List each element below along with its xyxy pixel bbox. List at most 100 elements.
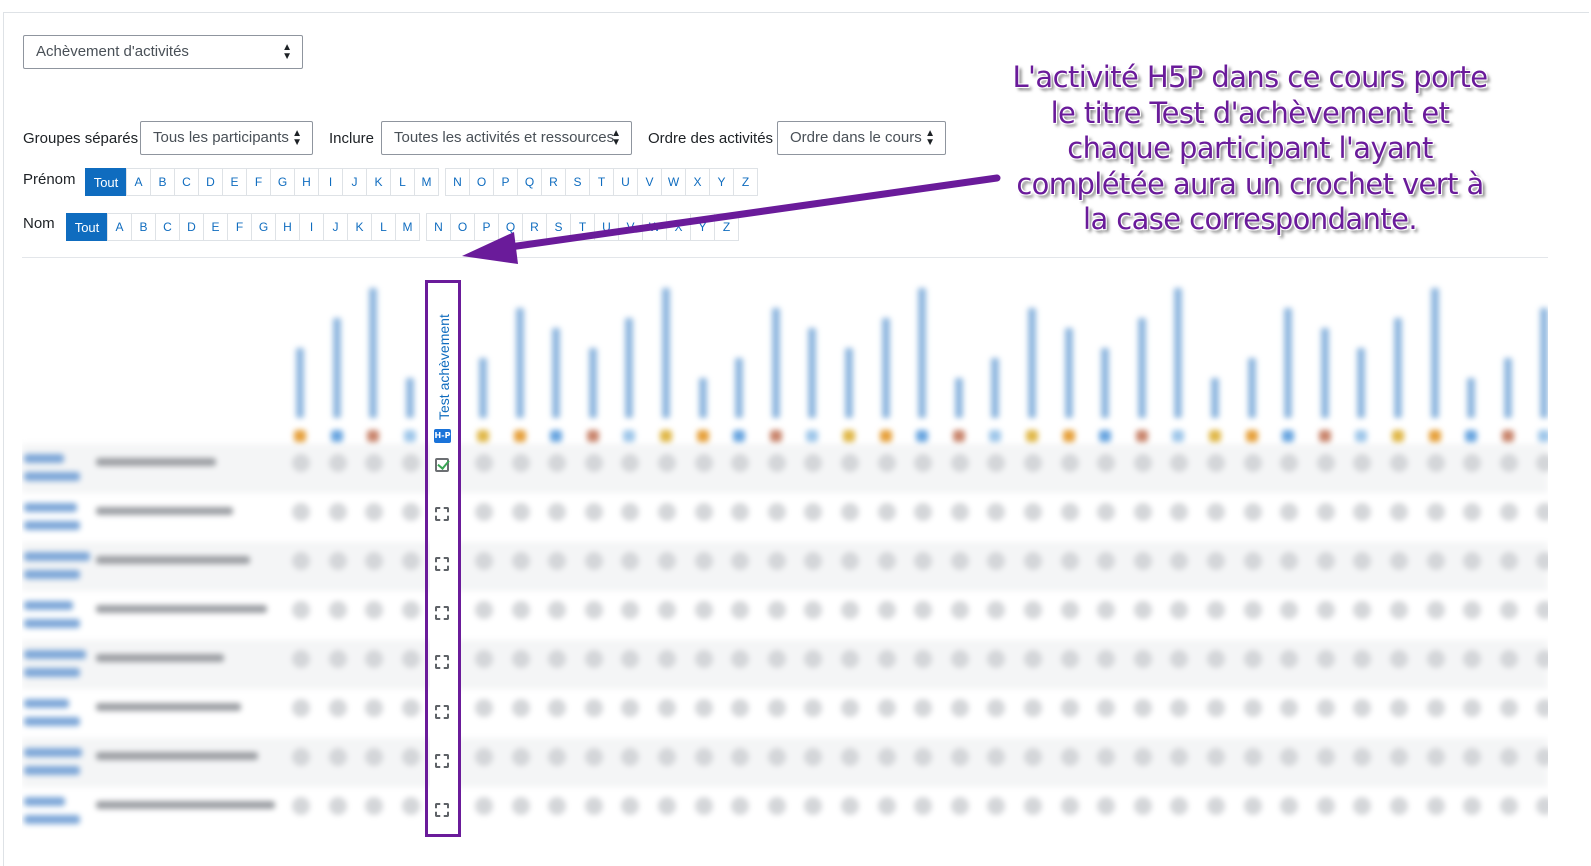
firstname-letter-c[interactable]: C: [174, 168, 199, 196]
firstname-letter-d[interactable]: D: [198, 168, 223, 196]
firstname-letter-o[interactable]: O: [469, 168, 494, 196]
lastname-letter-t[interactable]: T: [570, 213, 595, 241]
firstname-letter-e[interactable]: E: [222, 168, 247, 196]
lastname-letter-g[interactable]: G: [251, 213, 276, 241]
firstname-letter-p[interactable]: P: [493, 168, 518, 196]
lastname-letter-n[interactable]: N: [426, 213, 451, 241]
blurred-completion-circle: [1499, 601, 1518, 619]
firstname-letter-n[interactable]: N: [445, 168, 470, 196]
firstname-letter-r[interactable]: R: [541, 168, 566, 196]
firstname-letter-f[interactable]: F: [246, 168, 271, 196]
blurred-completion-circle: [1207, 601, 1225, 619]
blurred-completion-circle: [767, 601, 786, 619]
blurred-user-name: [24, 454, 64, 463]
blurred-activity-icon: [623, 430, 636, 442]
blurred-completion-circle: [1499, 748, 1518, 766]
lastname-letter-v[interactable]: V: [618, 213, 643, 241]
firstname-letter-k[interactable]: K: [366, 168, 391, 196]
firstname-letter-z[interactable]: Z: [733, 168, 758, 196]
blurred-completion-circle: [841, 601, 859, 619]
firstname-letter-u[interactable]: U: [613, 168, 638, 196]
firstname-letter-x[interactable]: X: [685, 168, 710, 196]
blurred-user-name: [24, 748, 82, 757]
firstname-letter-g[interactable]: G: [270, 168, 295, 196]
lastname-letter-e[interactable]: E: [203, 213, 228, 241]
blurred-activity-icon: [733, 430, 746, 442]
blurred-completion-circle: [1390, 797, 1408, 815]
include-label: Inclure: [329, 130, 375, 147]
blurred-activity-icon: [696, 430, 709, 442]
lastname-letter-b[interactable]: B: [131, 213, 156, 241]
firstname-letter-h[interactable]: H: [294, 168, 319, 196]
blurred-completion-circle: [841, 650, 859, 668]
blurred-activity-header: [845, 348, 853, 418]
include-value: Toutes les activités et ressources: [394, 129, 615, 146]
blurred-completion-circle: [511, 503, 530, 521]
blurred-activity-icon: [843, 430, 855, 442]
blurred-completion-circle: [401, 748, 420, 766]
blurred-completion-circle: [1316, 748, 1335, 766]
blurred-completion-circle: [1316, 503, 1335, 521]
lastname-letter-p[interactable]: P: [474, 213, 499, 241]
lastname-letter-s[interactable]: S: [546, 213, 571, 241]
blurred-completion-circle: [1243, 650, 1262, 668]
blurred-completion-circle: [1390, 454, 1408, 472]
lastname-letter-u[interactable]: U: [594, 213, 619, 241]
firstname-letter-q[interactable]: Q: [517, 168, 542, 196]
lastname-letter-o[interactable]: O: [450, 213, 475, 241]
lastname-letter-x[interactable]: X: [666, 213, 691, 241]
firstname-letter-i[interactable]: I: [318, 168, 343, 196]
firstname-letter-s[interactable]: S: [565, 168, 590, 196]
lastname-letter-w[interactable]: W: [642, 213, 667, 241]
report-type-select[interactable]: Achèvement d'activités ▲ ▼: [23, 35, 303, 69]
firstname-letter-j[interactable]: J: [342, 168, 367, 196]
lastname-letter-r[interactable]: R: [522, 213, 547, 241]
firstname-letter-b[interactable]: B: [150, 168, 175, 196]
blurred-activity-icon: [367, 430, 380, 442]
lastname-letter-d[interactable]: D: [179, 213, 204, 241]
lastname-letter-q[interactable]: Q: [498, 213, 523, 241]
firstname-letter-t[interactable]: T: [589, 168, 614, 196]
blurred-completion-circle: [1207, 797, 1225, 815]
blurred-completion-circle: [1060, 552, 1079, 570]
lastname-letter-j[interactable]: J: [323, 213, 348, 241]
lastname-all-button[interactable]: Tout: [66, 213, 108, 241]
firstname-letter-y[interactable]: Y: [709, 168, 734, 196]
lastname-letter-m[interactable]: M: [395, 213, 420, 241]
firstname-letter-w[interactable]: W: [661, 168, 686, 196]
blurred-completion-circle: [511, 797, 530, 815]
lastname-letter-k[interactable]: K: [347, 213, 372, 241]
blurred-activity-icon: [1428, 430, 1441, 442]
firstname-filter-label: Prénom: [23, 171, 76, 188]
blurred-completion-circle: [475, 454, 493, 472]
blurred-user-email: [96, 605, 267, 613]
firstname-letter-l[interactable]: L: [390, 168, 415, 196]
blurred-completion-circle: [877, 552, 896, 570]
lastname-letter-i[interactable]: I: [299, 213, 324, 241]
blurred-completion-circle: [401, 650, 420, 668]
lastname-letter-f[interactable]: F: [227, 213, 252, 241]
lastname-letter-h[interactable]: H: [275, 213, 300, 241]
firstname-letter-a[interactable]: A: [126, 168, 151, 196]
blurred-completion-circle: [1024, 601, 1042, 619]
order-select[interactable]: Ordre dans le cours ▲ ▼: [777, 121, 946, 155]
groups-select[interactable]: Tous les participants ▲ ▼: [140, 121, 313, 155]
lastname-letter-a[interactable]: A: [107, 213, 132, 241]
blurred-completion-circle: [1499, 552, 1518, 570]
blurred-activity-icon: [1135, 430, 1148, 442]
lastname-letter-c[interactable]: C: [155, 213, 180, 241]
lastname-letter-l[interactable]: L: [371, 213, 396, 241]
blurred-completion-circle: [950, 748, 969, 766]
blurred-completion-circle: [1133, 699, 1152, 717]
lastname-letter-y[interactable]: Y: [690, 213, 715, 241]
firstname-letter-v[interactable]: V: [637, 168, 662, 196]
blurred-completion-circle: [1024, 650, 1042, 668]
blurred-completion-circle: [658, 454, 676, 472]
blurred-activity-icon: [769, 430, 782, 442]
blurred-completion-circle: [584, 601, 603, 619]
lastname-letter-z[interactable]: Z: [714, 213, 739, 241]
include-select[interactable]: Toutes les activités et ressources ▲ ▼: [381, 121, 632, 155]
firstname-all-button[interactable]: Tout: [85, 168, 127, 196]
blurred-activity-icon: [550, 430, 563, 442]
firstname-letter-m[interactable]: M: [414, 168, 439, 196]
